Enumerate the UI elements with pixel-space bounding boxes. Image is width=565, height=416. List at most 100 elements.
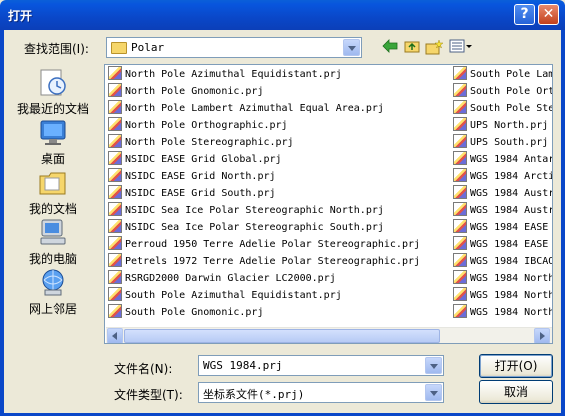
prj-file-icon — [453, 253, 467, 267]
list-item[interactable]: NSIDC EASE Grid Global.prj — [108, 151, 448, 168]
list-item[interactable]: Perroud 1950 Terre Adelie Polar Stereogr… — [108, 236, 448, 253]
list-item[interactable]: NSIDC Sea Ice Polar Stereographic South.… — [108, 219, 448, 236]
list-item[interactable]: WGS 1984 Arcti — [453, 168, 552, 185]
prj-file-icon — [453, 117, 467, 131]
prj-file-icon — [108, 168, 122, 182]
list-item[interactable]: WGS 1984 IBCAO — [453, 253, 552, 270]
list-item[interactable]: WGS 1984 North — [453, 287, 552, 304]
scroll-thumb[interactable] — [124, 329, 440, 343]
filename-label: 文件名(N): — [114, 362, 173, 376]
prj-file-icon — [453, 134, 467, 148]
places-label: 桌面 — [40, 152, 65, 166]
list-item[interactable]: NSIDC EASE Grid South.prj — [108, 185, 448, 202]
prj-file-icon — [453, 219, 467, 233]
chevron-down-icon[interactable] — [425, 384, 442, 401]
window-title: 打开 — [8, 9, 33, 23]
up-folder-icon[interactable] — [402, 39, 422, 57]
list-item[interactable]: WGS 1984 Antar — [453, 151, 552, 168]
places-desktop[interactable]: 桌面 — [10, 118, 96, 167]
lookin-value: Polar — [131, 41, 165, 54]
list-item[interactable]: North Pole Orthographic.prj — [108, 117, 448, 134]
chevron-down-icon[interactable] — [343, 39, 360, 56]
new-folder-icon[interactable] — [424, 39, 444, 57]
list-item[interactable]: WGS 1984 EASE — [453, 236, 552, 253]
list-item[interactable]: WGS 1984 EASE — [453, 219, 552, 236]
my-computer-icon — [37, 218, 69, 248]
list-item[interactable]: UPS South.prj — [453, 134, 552, 151]
places-label: 我最近的文档 — [16, 102, 89, 116]
list-item[interactable]: North Pole Lambert Azimuthal Equal Area.… — [108, 100, 448, 117]
places-my-documents[interactable]: 我的文档 — [10, 168, 96, 217]
help-button[interactable]: ? — [514, 4, 535, 25]
places-label: 我的文档 — [28, 202, 77, 216]
list-item[interactable]: UPS North.prj — [453, 117, 552, 134]
prj-file-icon — [108, 202, 122, 216]
folder-icon — [111, 42, 127, 54]
list-item[interactable]: North Pole Azimuthal Equidistant.prj — [108, 66, 448, 83]
list-item[interactable]: WGS 1984 North — [453, 270, 552, 287]
filetype-dropdown[interactable]: 坐标系文件(*.prj) — [198, 382, 444, 403]
places-network[interactable]: 网上邻居 — [10, 268, 96, 317]
list-item[interactable]: WGS 1984 Austr — [453, 185, 552, 202]
list-item[interactable]: WGS 1984 Austr — [453, 202, 552, 219]
prj-file-icon — [108, 134, 122, 148]
open-button[interactable]: 打开(O) — [479, 354, 553, 378]
filetype-value: 坐标系文件(*.prj) — [203, 388, 305, 401]
lookin-label: 查找范围(I): — [24, 42, 89, 56]
chevron-down-icon[interactable] — [425, 357, 442, 374]
prj-file-icon — [453, 83, 467, 97]
desktop-icon — [37, 118, 69, 148]
places-label: 我的电脑 — [28, 252, 77, 266]
prj-file-icon — [108, 117, 122, 131]
back-icon[interactable] — [380, 39, 400, 57]
filetype-label: 文件类型(T): — [114, 388, 183, 402]
places-recent[interactable]: 我最近的文档 — [10, 68, 96, 117]
list-item[interactable]: North Pole Gnomonic.prj — [108, 83, 448, 100]
prj-file-icon — [453, 168, 467, 182]
list-item[interactable]: South Pole Lam — [453, 66, 552, 83]
list-item[interactable]: South Pole Gnomonic.prj — [108, 304, 448, 321]
filename-field[interactable]: WGS 1984.prj — [198, 355, 444, 376]
list-item[interactable]: South Pole Ort — [453, 83, 552, 100]
file-list[interactable]: North Pole Azimuthal Equidistant.prj Nor… — [104, 64, 553, 344]
prj-file-icon — [108, 270, 122, 284]
scroll-right-icon[interactable] — [534, 328, 550, 343]
prj-file-icon — [108, 219, 122, 233]
prj-file-icon — [108, 287, 122, 301]
window-frame-right — [561, 30, 565, 416]
prj-file-icon — [108, 236, 122, 250]
prj-file-icon — [108, 304, 122, 318]
prj-file-icon — [453, 270, 467, 284]
view-menu-icon[interactable] — [448, 39, 474, 57]
list-item[interactable]: South Pole Ste — [453, 100, 552, 117]
list-item[interactable]: North Pole Stereographic.prj — [108, 134, 448, 151]
list-item[interactable]: Petrels 1972 Terre Adelie Polar Stereogr… — [108, 253, 448, 270]
list-item[interactable]: RSRGD2000 Darwin Glacier LC2000.prj — [108, 270, 448, 287]
places-label: 网上邻居 — [28, 302, 77, 316]
list-item[interactable]: NSIDC Sea Ice Polar Stereographic North.… — [108, 202, 448, 219]
prj-file-icon — [108, 83, 122, 97]
prj-file-icon — [453, 202, 467, 216]
prj-file-icon — [453, 100, 467, 114]
list-item[interactable]: NSIDC EASE Grid North.prj — [108, 168, 448, 185]
prj-file-icon — [108, 253, 122, 267]
list-item[interactable]: WGS 1984 North — [453, 304, 552, 321]
places-my-computer[interactable]: 我的电脑 — [10, 218, 96, 267]
close-button[interactable]: ✕ — [538, 4, 559, 25]
network-places-icon — [37, 268, 69, 298]
prj-file-icon — [453, 287, 467, 301]
cancel-button[interactable]: 取消 — [479, 380, 553, 404]
prj-file-icon — [453, 185, 467, 199]
prj-file-icon — [453, 151, 467, 165]
list-item[interactable]: South Pole Azimuthal Equidistant.prj — [108, 287, 448, 304]
window-frame-left — [0, 30, 4, 416]
horizontal-scrollbar[interactable] — [106, 327, 552, 343]
lookin-dropdown[interactable]: Polar — [106, 37, 362, 58]
prj-file-icon — [453, 236, 467, 250]
prj-file-icon — [108, 151, 122, 165]
prj-file-icon — [108, 185, 122, 199]
recent-documents-icon — [37, 68, 69, 98]
scroll-left-icon[interactable] — [107, 328, 123, 343]
my-documents-icon — [37, 168, 69, 198]
prj-file-icon — [453, 304, 467, 318]
